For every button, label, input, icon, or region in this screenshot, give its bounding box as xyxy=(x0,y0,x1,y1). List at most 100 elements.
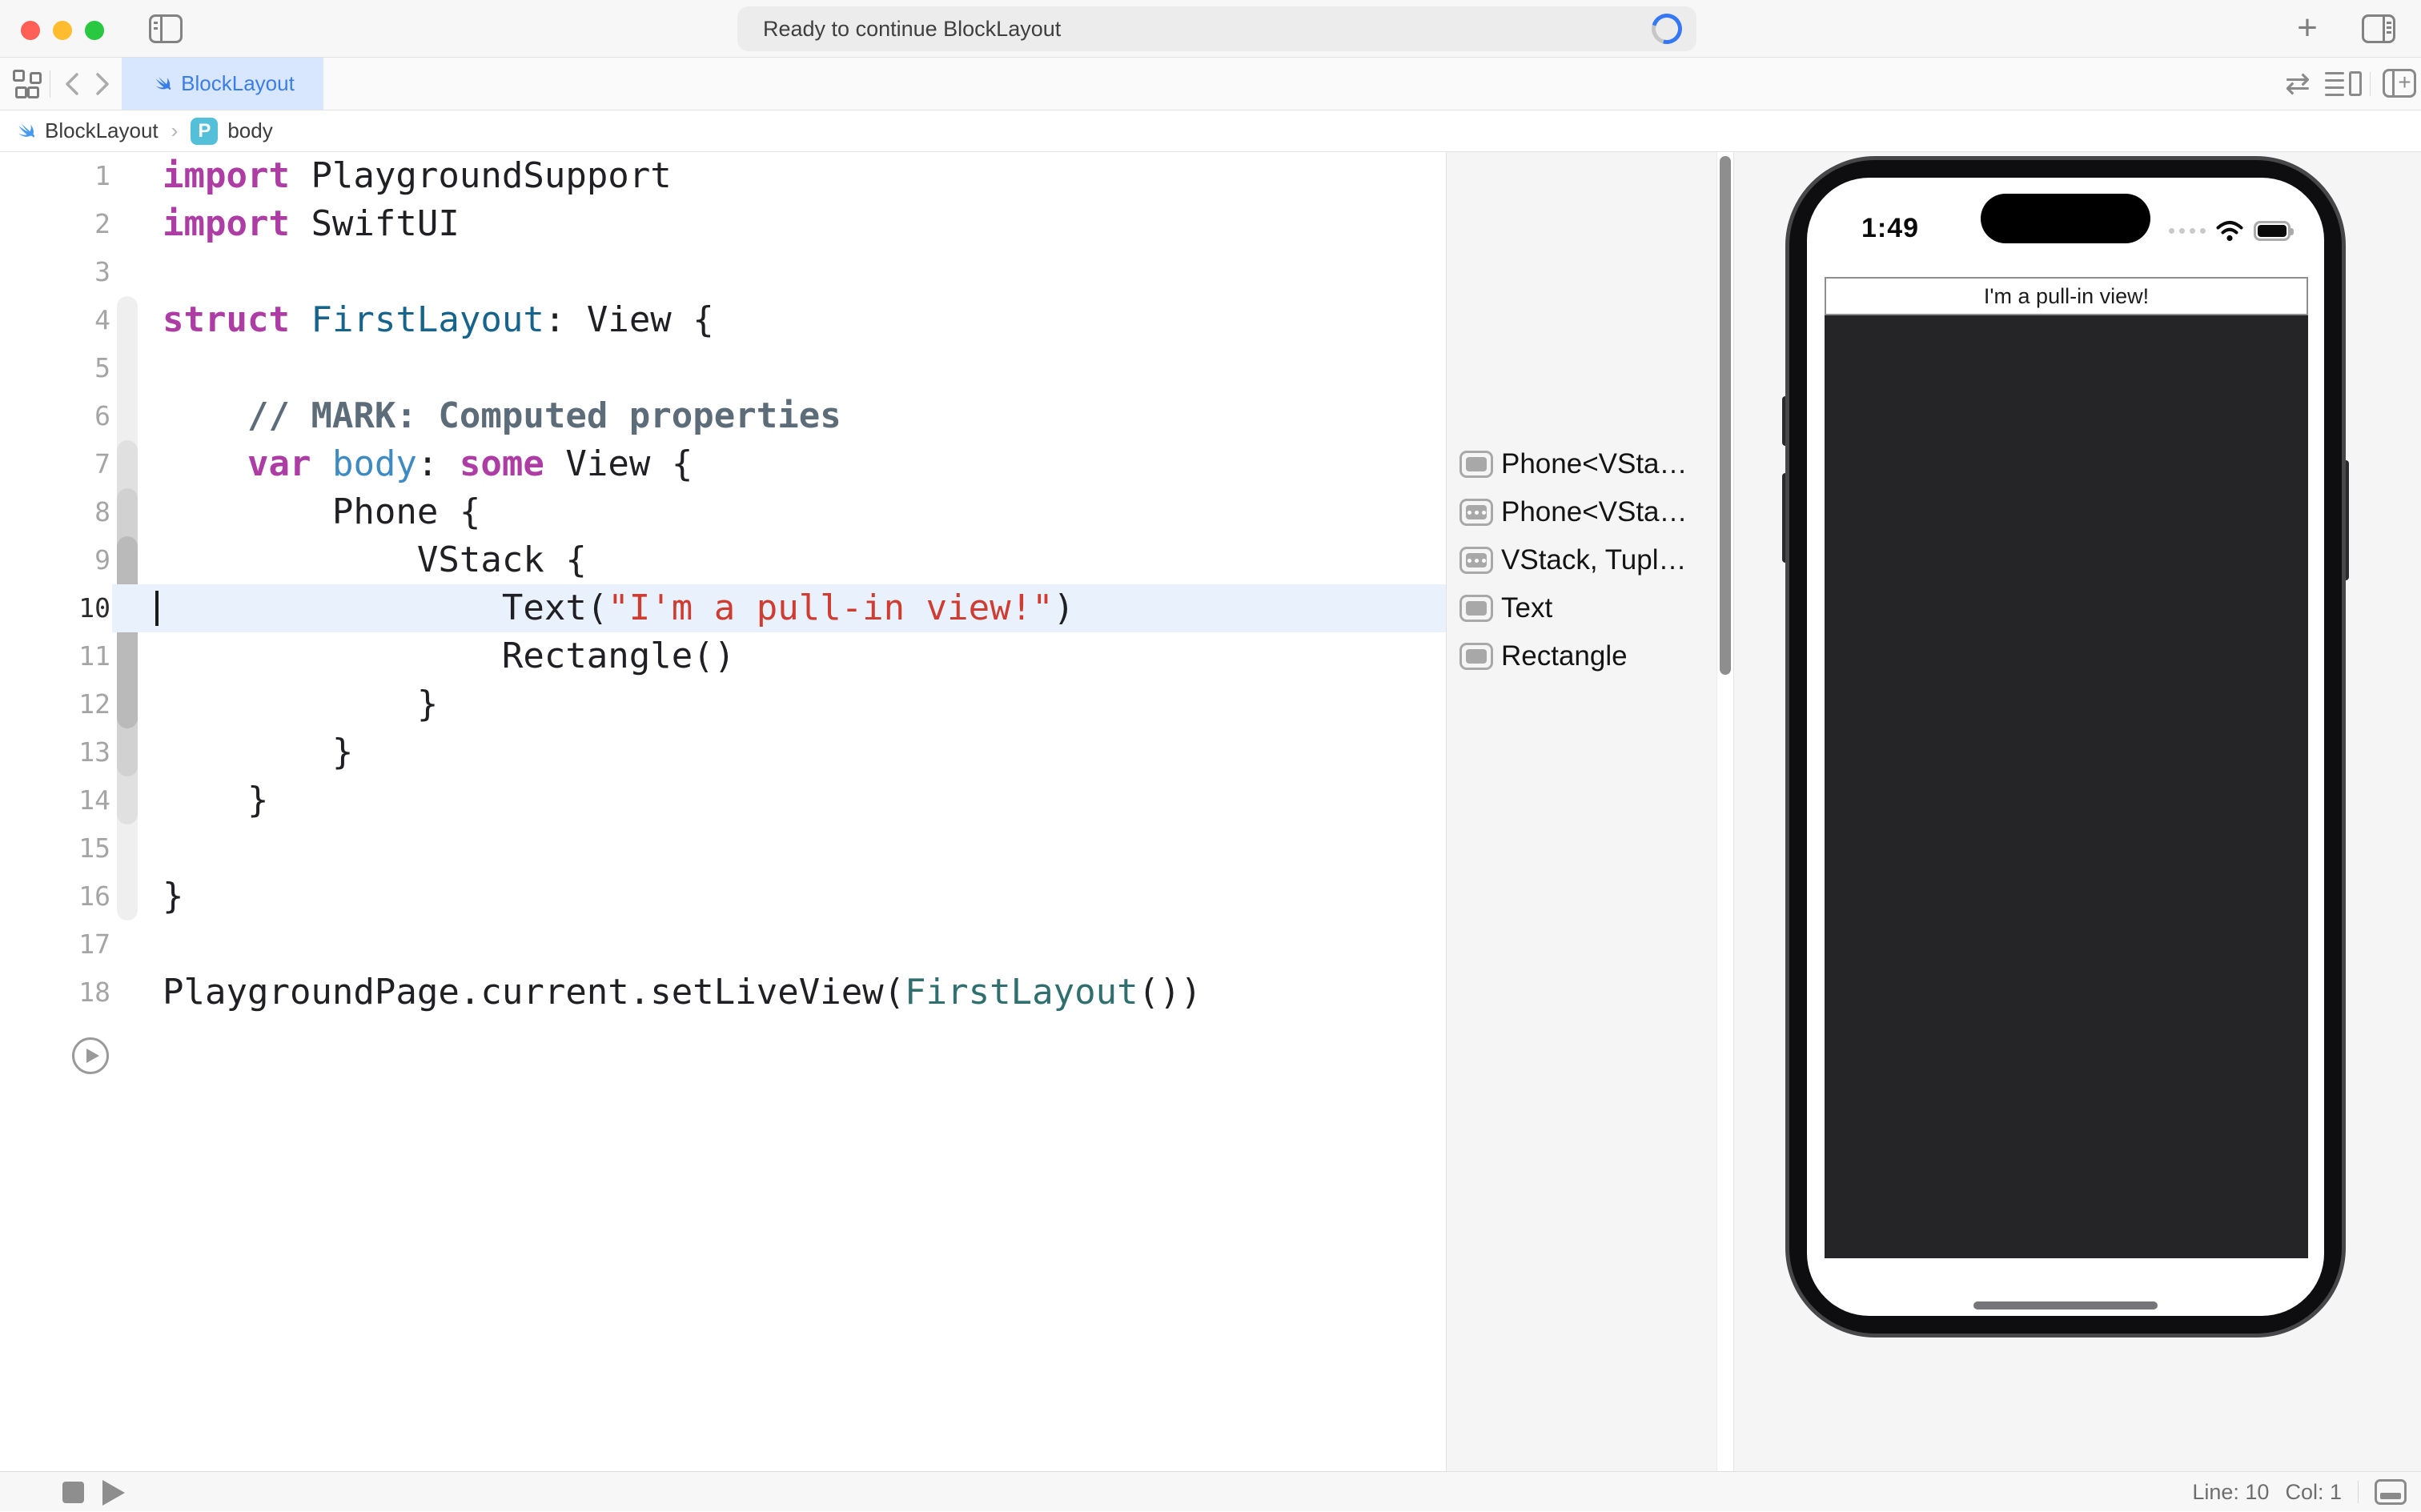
iphone-preview: 1:49 I'm a pull-in view! xyxy=(1785,156,2346,1338)
divider xyxy=(2358,1481,2359,1503)
add-playground-page-button[interactable]: + xyxy=(2288,11,2327,46)
swap-editors-icon[interactable]: ⇄ xyxy=(2285,69,2311,99)
result-label: Rectangle xyxy=(1501,640,1628,672)
line-number: 5 xyxy=(0,344,110,392)
result-row[interactable]: Phone<VSta… xyxy=(1447,488,1717,536)
editor-and-results-layout-icon[interactable] xyxy=(2325,71,2362,97)
code-text: VStack { xyxy=(163,536,587,584)
code-line-9[interactable]: 9 VStack { xyxy=(0,536,1446,584)
live-view-pane: 1:49 I'm a pull-in view! xyxy=(1734,152,2421,1471)
phone-screen: 1:49 I'm a pull-in view! xyxy=(1807,178,2324,1316)
breadcrumb-file[interactable]: BlockLayout xyxy=(45,118,159,143)
scrollbar-thumb[interactable] xyxy=(1720,156,1731,675)
line-number: 16 xyxy=(0,872,110,920)
breadcrumb-symbol[interactable]: body xyxy=(227,118,272,143)
multiple-results-icon[interactable] xyxy=(1459,499,1493,526)
result-label: VStack, Tupl… xyxy=(1501,544,1686,576)
source-editor[interactable]: 1import PlaygroundSupport2 import SwiftUI… xyxy=(0,152,1446,1471)
line-number: 11 xyxy=(0,632,110,680)
progress-spinner-icon xyxy=(1646,8,1688,50)
code-line-6[interactable]: 6 // MARK: Computed properties xyxy=(0,392,1446,440)
breadcrumb: BlockLayout › P body xyxy=(0,110,2421,152)
debug-area-toggle-icon[interactable] xyxy=(2375,1479,2407,1505)
run-button[interactable] xyxy=(102,1480,125,1506)
zoom-window-button[interactable] xyxy=(85,21,104,40)
phone-status-time: 1:49 xyxy=(1861,213,1919,244)
code-line-17[interactable]: 17 xyxy=(0,920,1446,969)
code-line-3[interactable]: 3 xyxy=(0,248,1446,296)
forward-navigation-icon[interactable] xyxy=(90,70,114,98)
multiple-results-icon[interactable] xyxy=(1459,547,1493,574)
code-line-12[interactable]: 12 } xyxy=(0,680,1446,728)
code-line-8[interactable]: 8 Phone { xyxy=(0,488,1446,536)
code-line-15[interactable]: 15 xyxy=(0,824,1446,872)
swift-icon xyxy=(151,73,173,95)
code-line-13[interactable]: 13 } xyxy=(0,728,1446,776)
code-line-10[interactable]: 10 Text("I'm a pull-in view!") xyxy=(0,584,1446,632)
rectangle-view xyxy=(1825,315,2308,1258)
swift-file-icon xyxy=(13,119,37,143)
code-line-4[interactable]: 4 struct FirstLayout: View { xyxy=(0,296,1446,344)
code-text: struct FirstLayout: View { xyxy=(163,296,714,344)
add-panel-icon[interactable] xyxy=(2383,69,2416,98)
show-all-pages-icon[interactable] xyxy=(13,70,42,98)
line-indicator: Line: 10 xyxy=(2192,1480,2269,1505)
code-text: var body: some View { xyxy=(163,440,693,488)
line-number: 7 xyxy=(0,440,110,488)
minimize-window-button[interactable] xyxy=(53,21,72,40)
line-number: 4 xyxy=(0,296,110,344)
code-line-7[interactable]: 7 var body: some View { xyxy=(0,440,1446,488)
close-window-button[interactable] xyxy=(21,21,40,40)
line-number: 9 xyxy=(0,536,110,584)
code-text: Text("I'm a pull-in view!") xyxy=(163,584,1074,632)
wifi-icon xyxy=(2215,219,2244,242)
phone-status-icons xyxy=(2169,219,2291,242)
line-number: 8 xyxy=(0,488,110,536)
column-indicator: Col: 1 xyxy=(2285,1480,2342,1505)
results-sidebar: Phone<VSta…Phone<VSta… VStack, Tupl… Text R… xyxy=(1446,152,1716,1471)
text-cursor xyxy=(155,591,159,626)
code-line-14[interactable]: 14 } xyxy=(0,776,1446,824)
line-number: 1 xyxy=(0,152,110,200)
code-text: } xyxy=(163,680,438,728)
code-line-11[interactable]: 11 Rectangle() xyxy=(0,632,1446,680)
line-number: 13 xyxy=(0,728,110,776)
code-text: import SwiftUI xyxy=(163,200,460,248)
bottom-status-bar: Line: 10 Col: 1 xyxy=(0,1471,2421,1511)
result-row[interactable]: Rectangle xyxy=(1447,632,1717,680)
home-indicator xyxy=(1973,1301,2158,1309)
run-to-line-play-button[interactable] xyxy=(72,1037,109,1074)
inspector-panel-toggle-icon[interactable] xyxy=(2362,14,2395,43)
code-text: // MARK: Computed properties xyxy=(163,392,841,440)
tab-blocklayout[interactable]: BlockLayout xyxy=(122,58,323,110)
line-number: 6 xyxy=(0,392,110,440)
battery-icon xyxy=(2254,221,2291,241)
line-number: 14 xyxy=(0,776,110,824)
code-line-18[interactable]: 18 PlaygroundPage.current.setLiveView(Fir… xyxy=(0,969,1446,1017)
code-line-16[interactable]: 16} xyxy=(0,872,1446,920)
result-box-icon[interactable] xyxy=(1459,451,1493,478)
code-line-2[interactable]: 2 import SwiftUI xyxy=(0,200,1446,248)
code-line-1[interactable]: 1import PlaygroundSupport xyxy=(0,152,1446,200)
code-text: PlaygroundPage.current.setLiveView(First… xyxy=(163,969,1202,1017)
tab-bar: BlockLayout ⇄ xyxy=(0,58,2421,110)
sidebar-toggle-icon[interactable] xyxy=(149,14,183,43)
result-row[interactable]: VStack, Tupl… xyxy=(1447,536,1717,584)
line-number: 17 xyxy=(0,920,110,969)
line-number: 2 xyxy=(0,200,110,248)
divider xyxy=(2370,72,2371,96)
result-box-icon[interactable] xyxy=(1459,643,1493,670)
result-box-icon[interactable] xyxy=(1459,595,1493,622)
code-text: } xyxy=(163,728,353,776)
code-text: Rectangle() xyxy=(163,632,735,680)
result-row[interactable]: Text xyxy=(1447,584,1717,632)
code-line-5[interactable]: 5 xyxy=(0,344,1446,392)
back-navigation-icon[interactable] xyxy=(61,70,85,98)
pull-in-text-view: I'm a pull-in view! xyxy=(1825,277,2308,315)
activity-status-text: Ready to continue BlockLayout xyxy=(763,6,1061,51)
line-number: 18 xyxy=(0,969,110,1017)
cellular-signal-icon xyxy=(2169,228,2206,234)
result-row[interactable]: Phone<VSta… xyxy=(1447,440,1717,488)
editor-scrollbar[interactable] xyxy=(1716,152,1734,1471)
stop-button[interactable] xyxy=(62,1482,84,1503)
